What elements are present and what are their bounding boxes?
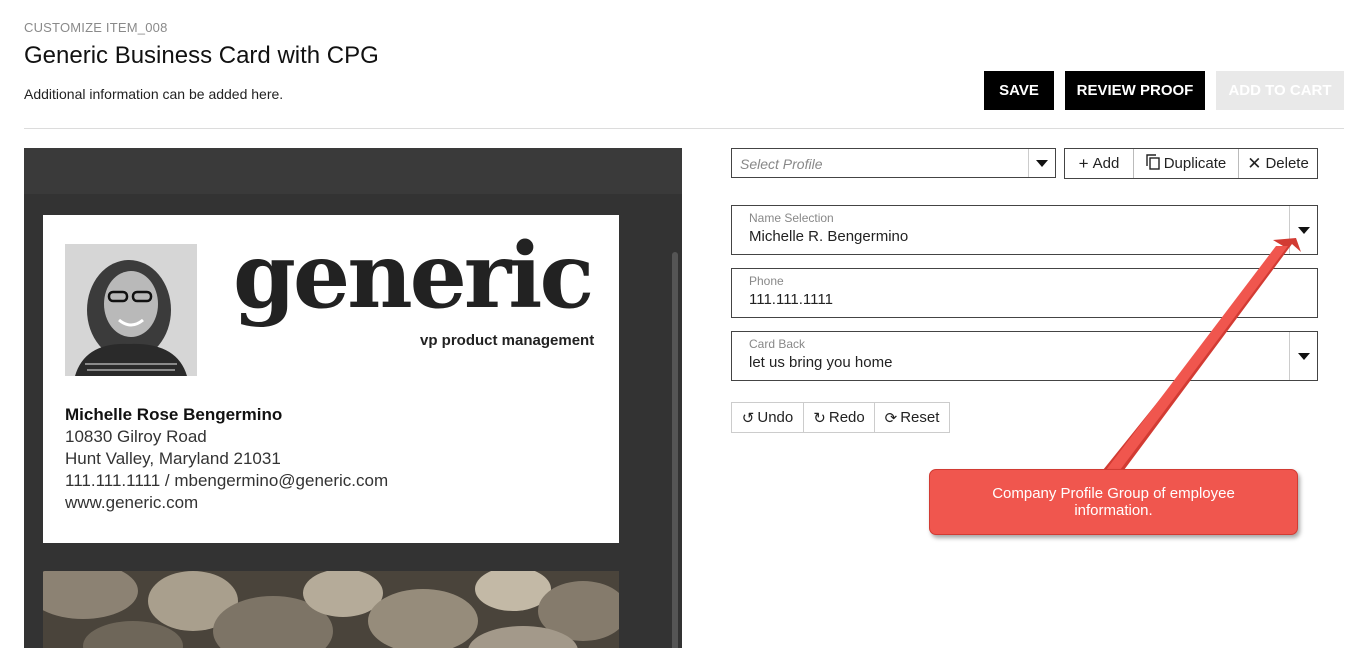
- reset-label: Reset: [900, 409, 940, 426]
- name-selection-value: Michelle R. Bengermino: [749, 228, 909, 245]
- redo-label: Redo: [828, 409, 865, 426]
- redo-icon: ↻: [813, 409, 826, 427]
- card-address-line2: Hunt Valley, Maryland 21031: [65, 449, 281, 468]
- profile-dropdown-button[interactable]: [1028, 149, 1055, 177]
- profile-select[interactable]: Select Profile: [731, 148, 1056, 178]
- header-divider: [24, 128, 1344, 129]
- close-icon: ✕: [1247, 154, 1262, 173]
- item-code: CUSTOMIZE ITEM_008: [24, 20, 168, 35]
- profile-select-placeholder: Select Profile: [740, 156, 823, 172]
- duplicate-profile-button[interactable]: Duplicate: [1134, 149, 1239, 178]
- reset-icon: ⟳: [884, 409, 898, 427]
- copy-icon: [1146, 154, 1160, 173]
- callout-text: Company Profile Group of employee inform…: [992, 485, 1235, 519]
- preview-toolbar: [24, 148, 682, 194]
- chevron-down-icon: [1297, 227, 1310, 234]
- undo-button[interactable]: ↺ Undo: [732, 403, 804, 432]
- card-back-dropdown-button[interactable]: [1289, 332, 1317, 380]
- card-back-field[interactable]: Card Back let us bring you home: [731, 331, 1318, 381]
- delete-profile-button[interactable]: ✕ Delete: [1239, 149, 1317, 178]
- phone-value: 111.111.1111: [749, 291, 833, 308]
- callout-box: Company Profile Group of employee inform…: [929, 469, 1298, 535]
- page-description: Additional information can be added here…: [24, 86, 284, 102]
- history-actions: ↺ Undo ↻ Redo ⟳ Reset: [731, 402, 950, 433]
- card-preview-pane: generic vp product management Michelle R…: [24, 148, 682, 648]
- card-back-stone-image: [43, 571, 619, 648]
- name-selection-dropdown-button[interactable]: [1289, 206, 1317, 254]
- profile-actions: + Add Duplicate ✕ Delete: [1064, 148, 1318, 179]
- phone-label: Phone: [749, 274, 784, 288]
- card-employee-name: Michelle Rose Bengermino: [65, 405, 283, 424]
- plus-icon: +: [1078, 154, 1089, 173]
- add-profile-button[interactable]: + Add: [1065, 149, 1134, 178]
- employee-photo-image: [65, 244, 197, 376]
- chevron-down-icon: [1036, 160, 1048, 167]
- stones-image: [43, 571, 619, 648]
- company-logo: generic: [233, 223, 594, 329]
- card-back-label: Card Back: [749, 337, 806, 351]
- card-front: generic vp product management Michelle R…: [43, 215, 619, 543]
- add-profile-label: Add: [1092, 155, 1120, 172]
- reset-button[interactable]: ⟳ Reset: [875, 403, 949, 432]
- card-website: www.generic.com: [65, 493, 199, 512]
- undo-icon: ↺: [741, 409, 755, 427]
- review-proof-button[interactable]: REVIEW PROOF: [1065, 71, 1205, 110]
- name-selection-label: Name Selection: [749, 211, 834, 225]
- delete-profile-label: Delete: [1265, 155, 1309, 172]
- card-back-value: let us bring you home: [749, 354, 893, 371]
- employee-photo: [65, 244, 197, 376]
- card-contact-line: 111.111.1111 / mbengermino@generic.com: [65, 471, 389, 490]
- page-title: Generic Business Card with CPG: [24, 42, 379, 69]
- phone-field[interactable]: Phone 111.111.1111: [731, 268, 1318, 318]
- redo-button[interactable]: ↻ Redo: [804, 403, 875, 432]
- save-button[interactable]: SAVE: [984, 71, 1054, 110]
- logo-subtitle: vp product management: [420, 332, 595, 349]
- card-address-line1: 10830 Gilroy Road: [65, 427, 207, 446]
- add-to-cart-button[interactable]: ADD TO CART: [1216, 71, 1344, 110]
- chevron-down-icon: [1297, 353, 1310, 360]
- duplicate-profile-label: Duplicate: [1163, 155, 1227, 172]
- name-selection-field[interactable]: Name Selection Michelle R. Bengermino: [731, 205, 1318, 255]
- preview-scrollbar[interactable]: [672, 252, 678, 648]
- undo-label: Undo: [757, 409, 794, 426]
